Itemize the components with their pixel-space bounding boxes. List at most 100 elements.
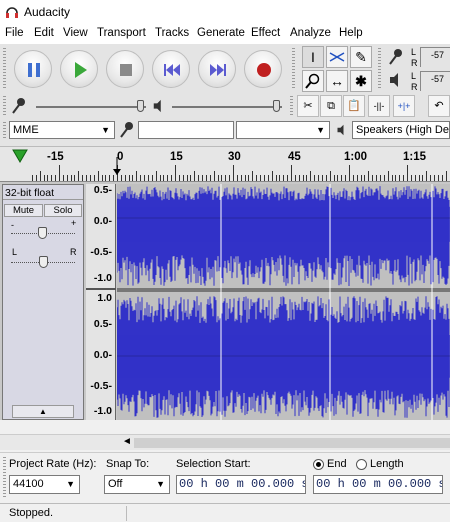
- selection-start-field[interactable]: 00 h 00 m 00.000 s: [176, 475, 306, 494]
- tools-grip[interactable]: [292, 48, 295, 90]
- microphone-icon[interactable]: [388, 48, 404, 66]
- track-format-label[interactable]: 32-bit float: [3, 185, 83, 200]
- play-meter[interactable]: -57: [420, 71, 450, 91]
- recording-volume-slider[interactable]: [36, 106, 146, 108]
- timeline-ruler[interactable]: -15 0 15 30 45 1:00 1:15: [0, 146, 450, 182]
- menu-generate[interactable]: Generate: [197, 27, 245, 39]
- zoom-tool[interactable]: [302, 70, 324, 92]
- waveform[interactable]: [116, 184, 450, 420]
- horizontal-scrollbar[interactable]: ◄: [0, 434, 450, 450]
- menu-effect[interactable]: Effect: [251, 27, 280, 39]
- play-head-triangle-icon[interactable]: [12, 149, 28, 163]
- recording-volume-thumb[interactable]: [137, 100, 144, 112]
- length-radio[interactable]: [356, 459, 367, 470]
- menu-edit[interactable]: Edit: [34, 27, 54, 39]
- tick-mark: [202, 175, 204, 181]
- skip-to-end-button[interactable]: [198, 50, 236, 88]
- silence-button[interactable]: +|+: [393, 95, 415, 117]
- mixer-grip[interactable]: [3, 96, 6, 116]
- snap-to-select[interactable]: Off ▼: [104, 475, 170, 494]
- tick-mark: [372, 175, 374, 181]
- tick-mark: [93, 175, 95, 181]
- audio-host-select[interactable]: MME ▼: [9, 121, 115, 139]
- project-rate-label: Project Rate (Hz):: [9, 458, 97, 470]
- tick-mark: [341, 175, 343, 181]
- scroll-left-icon[interactable]: ◄: [122, 436, 132, 447]
- paste-icon: 📋: [347, 100, 361, 112]
- tick-mark: [349, 165, 350, 181]
- tick-mark: [182, 175, 184, 181]
- tick-mark: [74, 175, 76, 181]
- stop-icon: [120, 64, 132, 76]
- tick-mark: [47, 175, 49, 181]
- multi-tool[interactable]: ✱: [350, 70, 372, 92]
- menu-analyze[interactable]: Analyze: [290, 27, 331, 39]
- device-speaker-icon: [337, 124, 344, 136]
- tick-mark: [302, 175, 304, 181]
- tick-mark: [70, 175, 72, 181]
- tick-mark: [430, 175, 432, 181]
- menu-help[interactable]: Help: [339, 27, 363, 39]
- meter-grip[interactable]: [378, 48, 381, 90]
- scissors-icon: ✂: [303, 100, 313, 112]
- undo-button[interactable]: ↶: [428, 95, 450, 117]
- tick-mark: [244, 175, 246, 181]
- paste-button[interactable]: 📋: [343, 95, 365, 117]
- time-shift-tool[interactable]: ↔: [326, 70, 348, 92]
- stop-button[interactable]: [106, 50, 144, 88]
- record-meter[interactable]: -57: [420, 47, 450, 67]
- selection-tool[interactable]: I: [302, 46, 324, 68]
- trim-button[interactable]: -||-: [368, 95, 390, 117]
- tick-mark: [383, 175, 385, 181]
- recording-channels-select[interactable]: ▼: [236, 121, 330, 139]
- playback-volume-slider[interactable]: [172, 106, 282, 108]
- pan-thumb[interactable]: [39, 256, 48, 268]
- device-grip[interactable]: [3, 122, 6, 140]
- skip-to-start-button[interactable]: [152, 50, 190, 88]
- menu-tracks[interactable]: Tracks: [155, 27, 189, 39]
- tick-mark: [109, 175, 111, 181]
- edit-grip[interactable]: [290, 96, 293, 116]
- vertical-ruler[interactable]: 0.5- 0.0- -0.5- -1.0 1.0 0.5- 0.0- -0.5-…: [86, 184, 116, 420]
- playback-volume-thumb[interactable]: [273, 100, 280, 112]
- trim-icon: -||-: [373, 101, 385, 111]
- menu-file[interactable]: File: [5, 27, 24, 39]
- menu-view[interactable]: View: [63, 27, 88, 39]
- selection-grip[interactable]: [3, 457, 6, 497]
- tick-label: 15: [170, 151, 183, 163]
- speaker-icon[interactable]: [388, 72, 404, 88]
- end-radio[interactable]: [313, 459, 324, 470]
- transport-grip[interactable]: [3, 48, 6, 90]
- waveform-area[interactable]: [116, 184, 450, 420]
- tick-mark: [124, 175, 126, 181]
- pause-button[interactable]: [14, 50, 52, 88]
- play-button[interactable]: [60, 50, 98, 88]
- play-meter-left: L: [411, 71, 417, 81]
- copy-button[interactable]: ⧉: [320, 95, 342, 117]
- tick-mark: [279, 175, 281, 181]
- copy-icon: ⧉: [327, 100, 335, 112]
- recording-device-select[interactable]: [138, 121, 234, 139]
- tick-mark: [209, 175, 211, 181]
- gain-thumb[interactable]: [38, 227, 47, 239]
- tick-mark: [407, 165, 408, 181]
- menu-transport[interactable]: Transport: [97, 27, 146, 39]
- end-label: End: [327, 458, 347, 470]
- cut-button[interactable]: ✂: [297, 95, 319, 117]
- draw-tool[interactable]: ✎: [350, 46, 372, 68]
- scroll-thumb[interactable]: [134, 438, 450, 448]
- pencil-icon: ✎: [355, 49, 367, 65]
- envelope-tool[interactable]: [326, 46, 348, 68]
- solo-button[interactable]: Solo: [44, 204, 82, 217]
- mute-button[interactable]: Mute: [4, 204, 43, 217]
- track-control-panel[interactable]: 32-bit float Mute Solo - + L R ▲: [2, 184, 84, 420]
- ruler-label: -0.5-: [90, 246, 112, 258]
- record-button[interactable]: [244, 50, 282, 88]
- collapse-track-button[interactable]: ▲: [12, 405, 74, 418]
- tick-mark: [35, 175, 37, 181]
- playback-device-select[interactable]: Speakers (High Defi: [352, 121, 450, 139]
- tick-mark: [229, 175, 231, 181]
- asterisk-icon: ✱: [355, 73, 367, 89]
- project-rate-select[interactable]: 44100 ▼: [9, 475, 80, 494]
- selection-end-field[interactable]: 00 h 00 m 00.000 s: [313, 475, 443, 494]
